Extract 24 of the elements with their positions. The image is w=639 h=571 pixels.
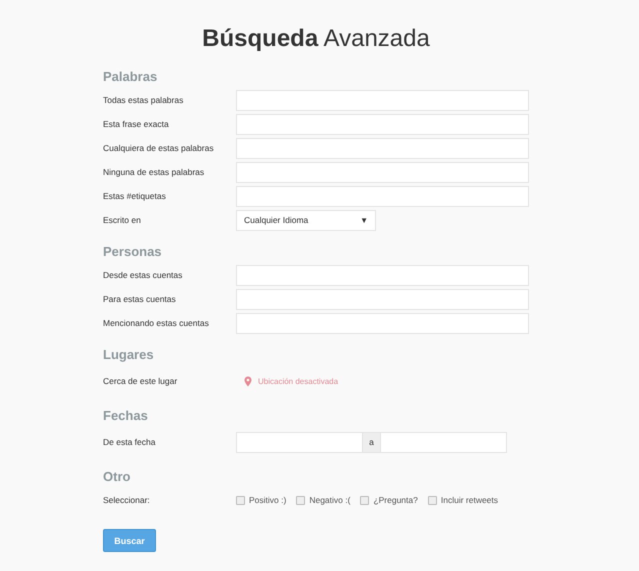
field-label: Todas estas palabras: [103, 95, 184, 105]
date-separator: a: [362, 432, 381, 452]
field-label: Para estas cuentas: [103, 294, 177, 304]
checkbox-label[interactable]: Positivo :): [249, 495, 286, 505]
checkbox-label[interactable]: ¿Pregunta?: [373, 495, 418, 505]
field-label: Esta frase exacta: [103, 119, 170, 129]
field-label: Cerca de este lugar: [103, 376, 178, 386]
language-dropdown[interactable]: Cualquier Idioma ▼: [236, 210, 376, 230]
field-label: Desde estas cuentas: [103, 270, 184, 280]
checkbox-label[interactable]: Incluir retweets: [440, 495, 498, 505]
field-label: Cualquiera de estas palabras: [103, 143, 215, 153]
field-label: De esta fecha: [103, 437, 156, 447]
section-heading: Lugares: [103, 346, 155, 364]
section-heading: Personas: [103, 243, 163, 261]
checkbox-label[interactable]: Negativo :(: [309, 495, 350, 505]
section-heading: Fechas: [103, 407, 149, 425]
section-heading: Palabras: [103, 68, 158, 86]
field-label: Ninguna de estas palabras: [103, 167, 206, 177]
page-title: Búsqueda Avanzada: [201, 24, 431, 54]
field-label: Mencionando estas cuentas: [103, 318, 210, 328]
field-label: Seleccionar:: [103, 495, 151, 505]
field-label: Escrito en: [103, 215, 142, 225]
section-heading: Otro: [103, 468, 132, 486]
field-label: Estas #etiquetas: [103, 191, 167, 201]
